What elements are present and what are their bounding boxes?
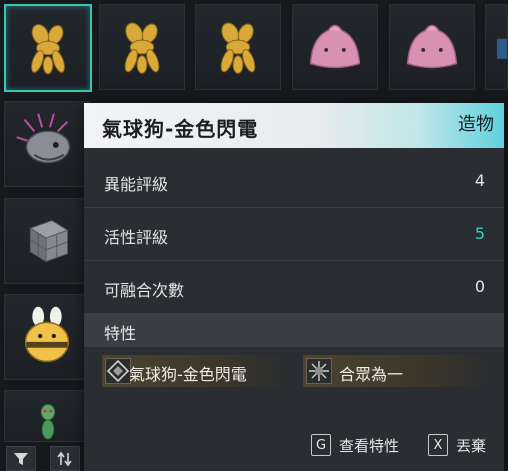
inventory-slot-golden-balloon-dog-3[interactable] [195, 4, 281, 90]
stat-row-activity-rating: 活性評級 5 [84, 208, 504, 261]
pink-blob-creature-icon [406, 24, 458, 69]
golden-balloon-dog-icon [124, 22, 160, 74]
keycap-x: X [428, 434, 448, 456]
discard-action[interactable]: X 丟棄 [428, 433, 486, 457]
traits-section-header: 特性 [84, 313, 504, 347]
filter-icon [14, 452, 28, 465]
stat-row-fusion-count: 可融合次數 0 [84, 261, 504, 314]
starburst-icon [306, 358, 332, 384]
inventory-slot-pink-blob-2[interactable] [389, 4, 475, 90]
stat-value: 5 [474, 224, 485, 243]
inventory-slot-bee-plush[interactable] [4, 294, 90, 380]
stat-label: 可融合次數 [104, 281, 185, 300]
filter-button[interactable] [6, 446, 36, 471]
green-lizard-figure-icon [40, 403, 56, 440]
spiky-skull-creature-icon [16, 113, 71, 164]
view-traits-action[interactable]: G 查看特性 [311, 433, 399, 457]
tooltip-header: 氣球狗-金色閃電 造物 [84, 103, 504, 148]
golden-balloon-dog-icon [220, 22, 256, 74]
trait-label: 合眾為一 [339, 365, 404, 384]
inventory-slot-spiky-creature[interactable] [4, 101, 90, 187]
stat-label: 活性評級 [104, 228, 169, 247]
sort-icon [57, 451, 72, 466]
item-tooltip: 氣球狗-金色閃電 造物 異能評級 4 活性評級 5 可融合次數 0 特性 氣球狗… [84, 103, 504, 471]
item-type: 造物 [458, 114, 494, 135]
inventory-slot-lizard[interactable] [4, 390, 90, 442]
golden-balloon-dog-icon [31, 24, 65, 75]
action-label: 查看特性 [339, 436, 400, 455]
trait-chip-e-pluribus-unum[interactable]: 合眾為一 [303, 355, 493, 387]
inventory-slot-golden-balloon-dog[interactable] [4, 4, 92, 92]
inventory-slot-metal-cube[interactable] [4, 198, 90, 284]
metal-cube-icon [29, 219, 69, 263]
keycap-g: G [311, 434, 331, 456]
action-label: 丟棄 [456, 436, 487, 455]
inventory-slot-pink-blob[interactable] [292, 4, 378, 90]
bee-plush-icon [24, 306, 70, 363]
trait-label: 氣球狗-金色閃電 [129, 365, 247, 384]
inventory-slot-golden-balloon-dog-2[interactable] [99, 4, 185, 90]
stat-value: 0 [474, 277, 485, 296]
blue-item-icon [496, 38, 507, 59]
pink-blob-creature-icon [309, 24, 361, 69]
stat-value: 4 [474, 171, 485, 190]
traits-title: 特性 [104, 324, 137, 343]
inventory-slot-partial[interactable] [485, 4, 508, 90]
item-name: 氣球狗-金色閃電 [102, 117, 259, 141]
trait-chip-balloon-dog[interactable]: 氣球狗-金色閃電 [102, 355, 290, 387]
stat-label: 異能評級 [104, 175, 169, 194]
diamond-rune-icon [105, 358, 131, 384]
sort-button[interactable] [50, 446, 80, 471]
stat-row-ability-rating: 異能評級 4 [84, 155, 504, 208]
